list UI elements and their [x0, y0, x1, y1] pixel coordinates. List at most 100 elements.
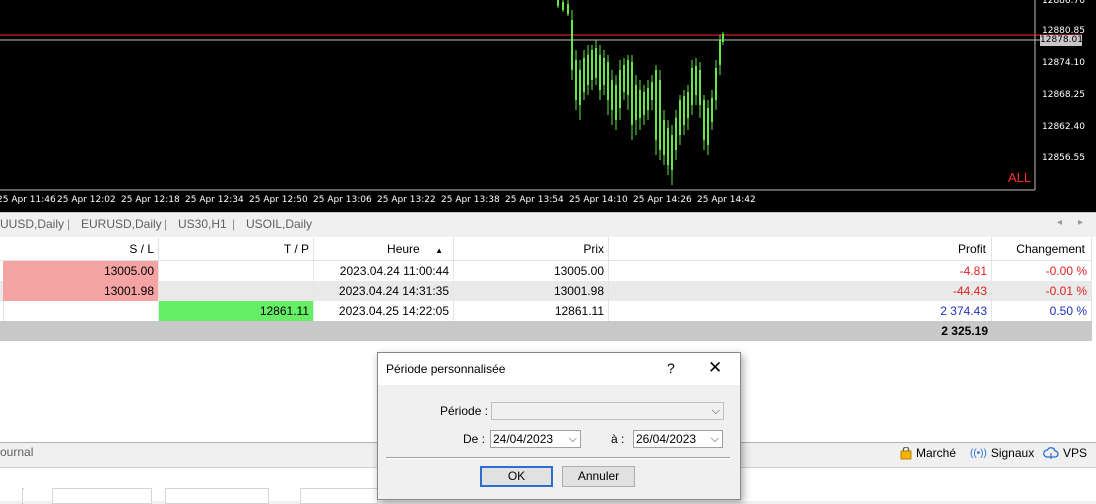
help-icon[interactable]: ?: [667, 360, 675, 376]
tab-separator: |: [67, 217, 71, 231]
time-label: 25 Apr 14:42: [697, 195, 756, 205]
panel-box: [165, 488, 269, 504]
col-header-tp[interactable]: T / P: [159, 237, 314, 261]
de-label: De :: [463, 432, 486, 446]
time-label: 25 Apr 13:54: [505, 195, 564, 205]
tab-separator: |: [232, 217, 236, 231]
time-label: 25 Apr 12:50: [249, 195, 308, 205]
candle-body: [595, 48, 597, 78]
candle-body: [635, 85, 637, 120]
periode-select[interactable]: ⌵: [491, 402, 724, 420]
cell-profit: 2 374.43: [609, 301, 992, 321]
price-label: 12862.40: [1042, 122, 1085, 132]
chevron-down-icon: ⌵: [710, 433, 719, 445]
panel-box: [300, 488, 378, 504]
candle-body: [631, 62, 633, 125]
candle-body: [715, 68, 717, 100]
cell-profit: -44.43: [609, 281, 992, 301]
candle-body: [691, 68, 693, 105]
tab-separator: |: [164, 217, 168, 231]
date-from-picker[interactable]: 24/04/2023 ⌵: [490, 430, 581, 448]
candle-body: [587, 55, 589, 85]
candle-body: [659, 80, 661, 150]
time-label: 25 Apr 14:26: [633, 195, 692, 205]
candle-body: [699, 70, 701, 105]
total-profit: 2 325.19: [941, 324, 988, 338]
time-label: 25 Apr 11:46: [0, 195, 56, 205]
cell-changement: -0.01 %: [992, 281, 1092, 301]
cell-sl[interactable]: [3, 301, 159, 321]
tab-usoil-daily[interactable]: USOIL,Daily: [246, 217, 312, 231]
signal-icon: ((•)): [970, 447, 987, 459]
cell-sl[interactable]: 13005.00: [3, 261, 159, 281]
time-label: 25 Apr 13:22: [377, 195, 436, 205]
price-label-top: 12886.70: [1042, 0, 1085, 6]
candle-body: [719, 40, 721, 65]
cancel-button[interactable]: Annuler: [562, 466, 635, 487]
bag-icon: [900, 446, 912, 459]
candle-body: [607, 62, 609, 100]
marche-button[interactable]: Marché: [900, 446, 956, 460]
signaux-button[interactable]: ((•)) Signaux: [970, 446, 1034, 460]
cell-profit: -4.81: [609, 261, 992, 281]
ok-button[interactable]: OK: [480, 466, 553, 487]
cell-heure: 2023.04.24 14:31:35: [314, 281, 454, 301]
sort-asc-icon: ▲: [435, 246, 443, 255]
time-label: 25 Apr 12:18: [121, 195, 180, 205]
chevron-down-icon: ⌵: [568, 433, 577, 445]
col-header-changement[interactable]: Changement: [992, 237, 1092, 261]
price-label: 12868.25: [1042, 90, 1085, 100]
cloud-icon: [1043, 447, 1059, 459]
chevron-down-icon: ⌵: [711, 405, 720, 417]
cell-prix: 13005.00: [454, 261, 609, 281]
candle-body: [599, 55, 601, 90]
time-label: 25 Apr 12:34: [185, 195, 244, 205]
candle-body: [651, 82, 653, 100]
candle-body: [579, 70, 581, 105]
candle-body: [722, 34, 724, 42]
cell-prix: 12861.11: [454, 301, 609, 321]
cell-tp[interactable]: 12861.11: [159, 301, 314, 321]
current-price-tag: 12878.01: [1040, 35, 1083, 46]
dialog-title: Période personnalisée: [386, 362, 506, 376]
cell-sl[interactable]: 13001.98: [3, 281, 159, 301]
candle-body: [711, 98, 713, 122]
dialog-separator: [386, 457, 730, 459]
candle-body: [683, 96, 685, 125]
tab-journal[interactable]: ournal: [0, 445, 33, 459]
candle-body: [671, 135, 673, 170]
tab-eurusd-daily[interactable]: EURUSD,Daily: [81, 217, 162, 231]
cell-prix: 13001.98: [454, 281, 609, 301]
time-label: 25 Apr 14:10: [569, 195, 628, 205]
col-header-profit[interactable]: Profit: [609, 237, 992, 261]
candle-body: [567, 4, 569, 14]
all-label: ALL: [1008, 170, 1032, 185]
candle-body: [583, 58, 585, 92]
date-from-value: 24/04/2023: [493, 432, 554, 446]
candle-body: [611, 80, 613, 110]
scroll-right-icon[interactable]: ▸: [1078, 217, 1083, 228]
vps-button[interactable]: VPS: [1043, 446, 1087, 460]
cell-tp[interactable]: [159, 281, 314, 301]
candle-body: [655, 70, 657, 140]
candle-body: [623, 65, 625, 92]
vps-label: VPS: [1063, 446, 1088, 460]
col-header-sl[interactable]: S / L: [0, 237, 159, 261]
candle-body: [571, 20, 573, 70]
candle-body: [675, 118, 677, 150]
tab-uusd-daily[interactable]: UUSD,Daily: [0, 217, 64, 231]
candle-body: [643, 92, 645, 115]
col-header-prix[interactable]: Prix: [454, 237, 609, 261]
panel-box: [22, 488, 24, 504]
candle-body: [707, 108, 709, 145]
candle-body: [627, 60, 629, 95]
date-to-picker[interactable]: 26/04/2023 ⌵: [633, 430, 723, 448]
scroll-left-icon[interactable]: ◂: [1057, 217, 1062, 228]
price-chart[interactable]: 12886.70 12880.85 12878.01 12874.10 1286…: [0, 0, 1096, 212]
col-header-heure[interactable]: Heure ▲: [314, 237, 454, 261]
cell-tp[interactable]: [159, 261, 314, 281]
candle-body: [663, 120, 665, 155]
tab-us30-h1[interactable]: US30,H1: [178, 217, 227, 231]
close-icon[interactable]: ✕: [708, 358, 722, 378]
candle-body: [557, 0, 559, 6]
